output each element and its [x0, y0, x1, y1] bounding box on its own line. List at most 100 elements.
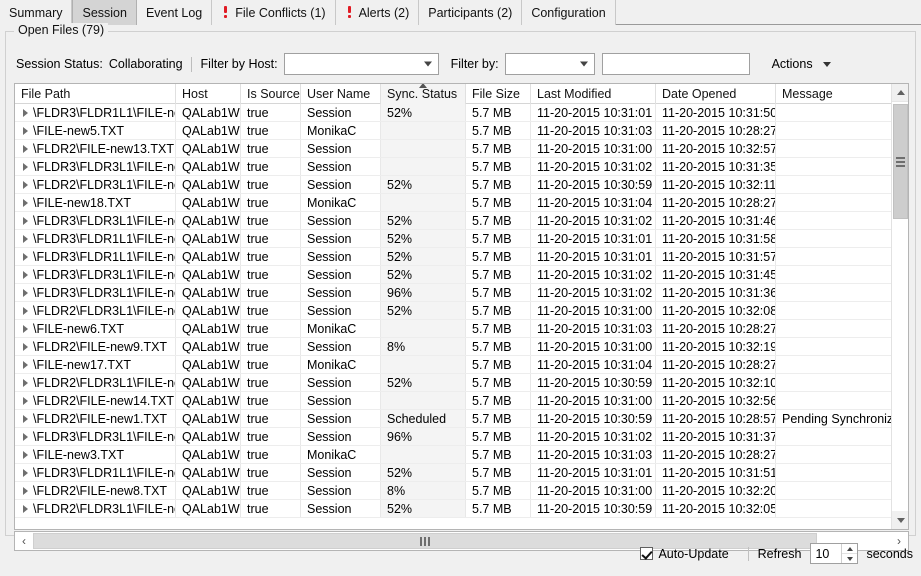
column-header-user-name[interactable]: User Name	[301, 84, 381, 104]
expand-row-icon[interactable]	[23, 360, 28, 369]
table-row[interactable]: \FILE-new3.TXT QALab1W...trueMonikaC 5.7 M…	[15, 446, 908, 464]
cell-message	[776, 158, 894, 175]
filter-text-input[interactable]	[601, 53, 750, 75]
grid-header-row: File Path Host Is Source User Name Sync. Sta…	[15, 84, 908, 104]
filter-by-host-combo[interactable]	[283, 53, 439, 75]
tab-participants-2[interactable]: Participants (2)	[419, 0, 523, 25]
table-row[interactable]: \FLDR2\FILE-new1.TXT QALab1W...trueSessio…	[15, 410, 908, 428]
table-row[interactable]: \FLDR2\FILE-new9.TXT QALab1W...trueSessio…	[15, 338, 908, 356]
column-header-file-path[interactable]: File Path	[15, 84, 176, 104]
expand-row-icon[interactable]	[23, 144, 28, 153]
expand-row-icon[interactable]	[23, 432, 28, 441]
stepper-decrement-button[interactable]	[842, 554, 858, 563]
expand-row-icon[interactable]	[23, 306, 28, 315]
expand-row-icon[interactable]	[23, 198, 28, 207]
column-header-last-modified[interactable]: Last Modified	[531, 84, 656, 104]
table-row[interactable]: \FILE-new17.TXT QALab1W...trueMonikaC 5.7 …	[15, 356, 908, 374]
vertical-scrollbar-thumb[interactable]	[893, 104, 908, 219]
column-header-date-opened[interactable]: Date Opened	[656, 84, 776, 104]
table-row[interactable]: \FLDR3\FLDR3L1\FILE-newQALab1W...trueSes…	[15, 266, 908, 284]
cell-sync-status: 52%	[381, 176, 466, 193]
tab-alerts-2[interactable]: Alerts (2)	[335, 0, 420, 25]
cell-file-size: 5.7 MB	[466, 500, 531, 517]
column-header-label: Host	[182, 87, 208, 101]
table-row[interactable]: \FLDR2\FLDR3L1\FILE-newQALab1W...trueSes…	[15, 176, 908, 194]
grid-vertical-scrollbar[interactable]	[891, 84, 908, 529]
open-files-groupbox: Open Files (79) Session Status: Collabor…	[5, 23, 916, 551]
cell-file-path: \FLDR3\FLDR3L1\FILE-new	[15, 266, 176, 283]
actions-menu-button[interactable]: Actions	[772, 57, 831, 71]
expand-row-icon[interactable]	[23, 486, 28, 495]
expand-row-icon[interactable]	[23, 450, 28, 459]
refresh-interval-stepper[interactable]: 10	[810, 543, 859, 564]
file-path-text: \FLDR2\FLDR3L1\FILE-new	[33, 303, 175, 318]
table-row[interactable]: \FLDR3\FLDR1L1\FILE-newQALab1W...trueSes…	[15, 230, 908, 248]
tab-label: Configuration	[531, 5, 606, 20]
table-row[interactable]: \FLDR3\FLDR3L1\FILE-newQALab1W...trueSes…	[15, 212, 908, 230]
cell-message	[776, 302, 894, 319]
cell-file-size: 5.7 MB	[466, 212, 531, 229]
expand-row-icon[interactable]	[23, 162, 28, 171]
table-row[interactable]: \FLDR3\FLDR1L1\FILE-newQALab1W...trueSes…	[15, 104, 908, 122]
column-header-host[interactable]: Host	[176, 84, 241, 104]
table-row[interactable]: \FILE-new5.TXT QALab1W...trueMonikaC 5.7 M…	[15, 122, 908, 140]
scroll-up-button[interactable]	[892, 84, 908, 102]
expand-row-icon[interactable]	[23, 396, 28, 405]
scroll-down-button[interactable]	[892, 511, 908, 529]
tab-event-log[interactable]: Event Log	[136, 0, 213, 25]
table-row[interactable]: \FLDR2\FLDR3L1\FILE-newQALab1W...trueSes…	[15, 374, 908, 392]
table-row[interactable]: \FLDR2\FLDR3L1\FILE-newQALab1W...trueSes…	[15, 302, 908, 320]
table-row[interactable]: \FILE-new6.TXT QALab1W...trueMonikaC 5.7 M…	[15, 320, 908, 338]
cell-file-path: \FLDR2\FILE-new13.TXT	[15, 140, 176, 157]
column-header-sync-status[interactable]: Sync. Status	[381, 84, 466, 104]
tab-session[interactable]: Session	[72, 0, 137, 25]
table-row[interactable]: \FLDR2\FILE-new14.TXTQALab1W...trueSessi…	[15, 392, 908, 410]
expand-row-icon[interactable]	[23, 342, 28, 351]
expand-row-icon[interactable]	[23, 504, 28, 513]
cell-last-modified: 11-20-2015 10:31:02	[531, 428, 656, 445]
table-row[interactable]: \FLDR3\FLDR1L1\FILE-newQALab1W...trueSes…	[15, 464, 908, 482]
cell-message	[776, 320, 894, 337]
column-header-is-source[interactable]: Is Source	[241, 84, 301, 104]
expand-row-icon[interactable]	[23, 252, 28, 261]
table-row[interactable]: \FLDR2\FLDR3L1\FILE-newQALab1W...trueSes…	[15, 500, 908, 518]
tab-configuration[interactable]: Configuration	[522, 0, 616, 25]
cell-date-opened: 11-20-2015 10:32:11	[656, 176, 776, 193]
column-header-file-size[interactable]: File Size	[466, 84, 531, 104]
filter-by-combo[interactable]	[504, 53, 595, 75]
scroll-left-button[interactable]: ‹	[15, 532, 33, 550]
cell-sync-status	[381, 392, 466, 409]
table-row[interactable]: \FLDR3\FLDR3L1\FILE-newQALab1W...trueSes…	[15, 284, 908, 302]
table-row[interactable]: \FLDR3\FLDR1L1\FILE-newQALab1W...trueSes…	[15, 248, 908, 266]
expand-row-icon[interactable]	[23, 270, 28, 279]
expand-row-icon[interactable]	[23, 378, 28, 387]
cell-date-opened: 11-20-2015 10:32:19	[656, 338, 776, 355]
tab-file-conflicts-1[interactable]: File Conflicts (1)	[212, 0, 336, 25]
cell-host: QALab1W...	[176, 446, 241, 463]
expand-row-icon[interactable]	[23, 234, 28, 243]
expand-row-icon[interactable]	[23, 288, 28, 297]
expand-row-icon[interactable]	[23, 108, 28, 117]
column-header-message[interactable]: Message	[776, 84, 894, 104]
cell-file-path: \FILE-new6.TXT	[15, 320, 176, 337]
file-path-text: \FLDR2\FLDR3L1\FILE-new	[33, 177, 175, 192]
stepper-increment-button[interactable]	[842, 544, 858, 554]
table-row[interactable]: \FLDR3\FLDR3L1\FILE-newQALab1W...trueSes…	[15, 428, 908, 446]
column-header-label: Is Source	[247, 87, 300, 101]
expand-row-icon[interactable]	[23, 468, 28, 477]
expand-row-icon[interactable]	[23, 216, 28, 225]
table-row[interactable]: \FLDR3\FLDR3L1\FILE-newQALab1W...trueSes…	[15, 158, 908, 176]
expand-row-icon[interactable]	[23, 324, 28, 333]
table-row[interactable]: \FILE-new18.TXT QALab1W...trueMonikaC 5.7 …	[15, 194, 908, 212]
auto-update-checkbox[interactable]: Auto-Update	[640, 547, 729, 561]
expand-row-icon[interactable]	[23, 414, 28, 423]
expand-row-icon[interactable]	[23, 126, 28, 135]
cell-file-path: \FLDR3\FLDR1L1\FILE-new	[15, 464, 176, 481]
expand-row-icon[interactable]	[23, 180, 28, 189]
tab-summary[interactable]: Summary	[0, 0, 73, 25]
cell-sync-status: 52%	[381, 230, 466, 247]
table-row[interactable]: \FLDR2\FILE-new8.TXT QALab1W...trueSessio…	[15, 482, 908, 500]
refresh-interval-value[interactable]: 10	[811, 544, 841, 563]
table-row[interactable]: \FLDR2\FILE-new13.TXTQALab1W...trueSessi…	[15, 140, 908, 158]
cell-date-opened: 11-20-2015 10:31:45	[656, 266, 776, 283]
